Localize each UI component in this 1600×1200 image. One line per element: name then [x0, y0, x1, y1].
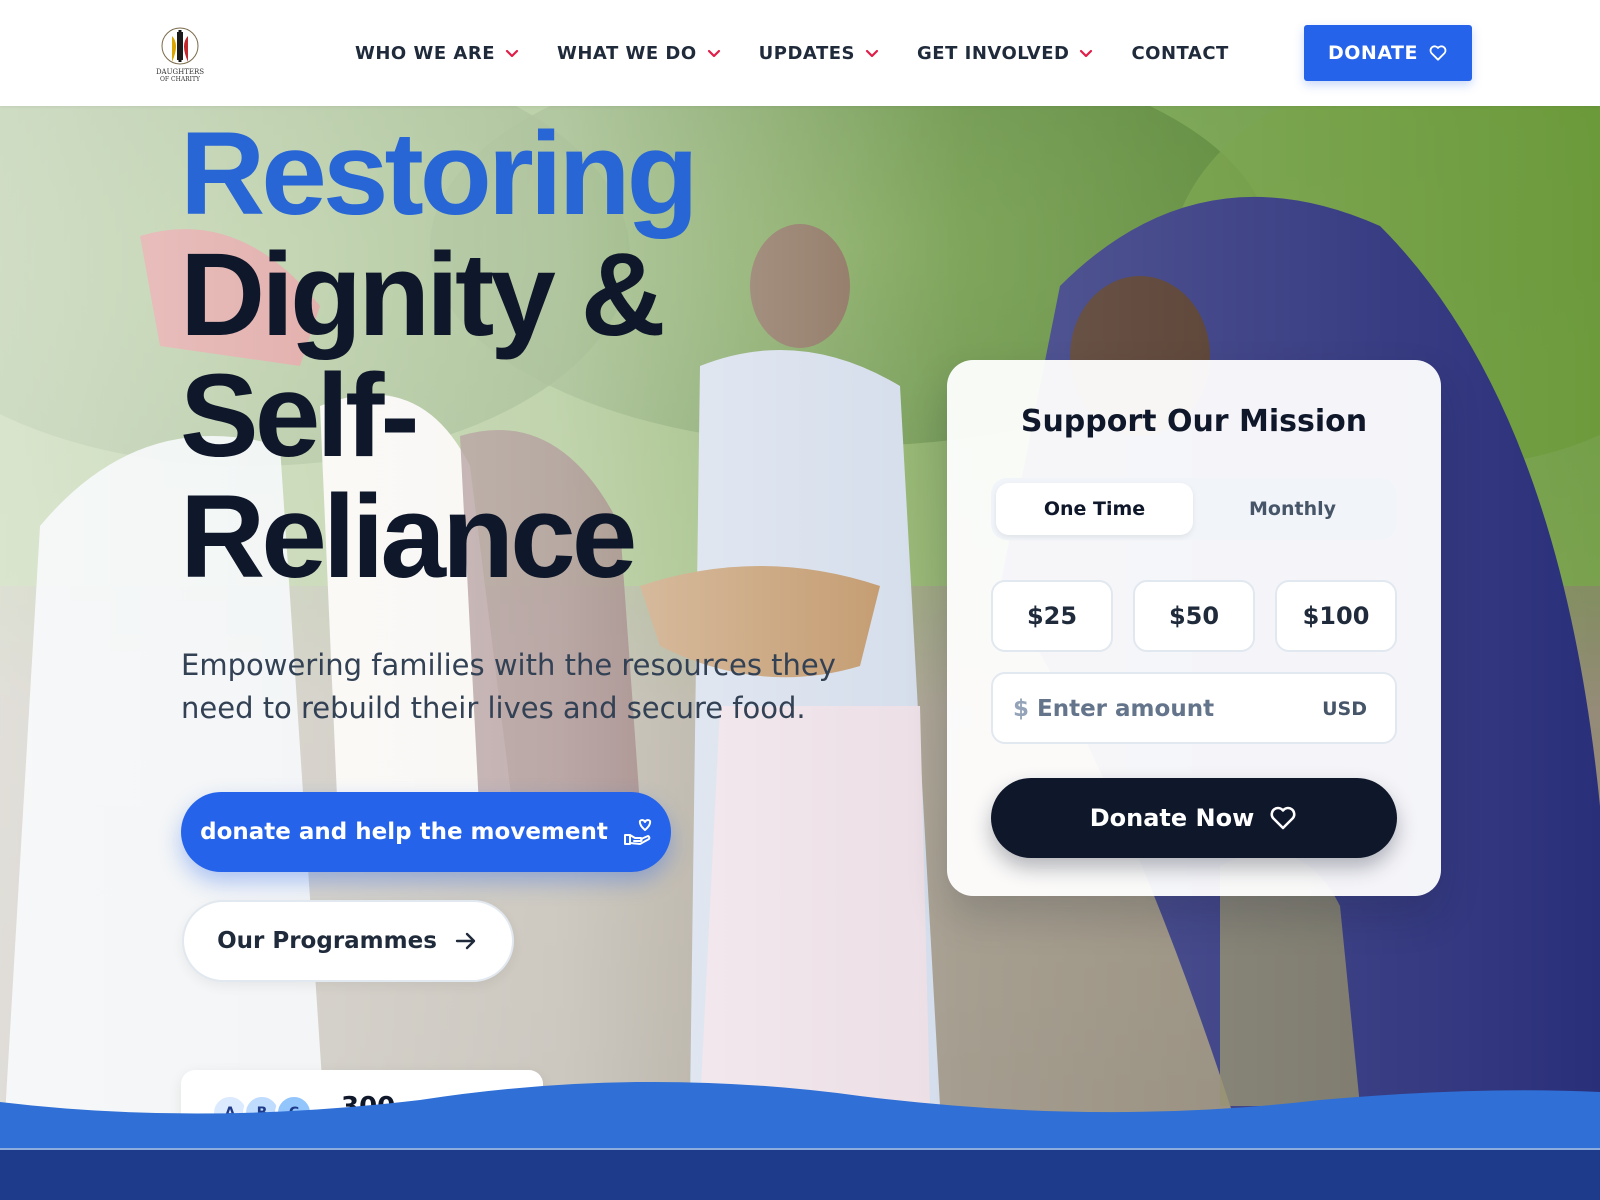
amount-100-button[interactable]: $100 [1275, 580, 1397, 652]
chevron-down-icon [707, 49, 720, 58]
nav-what-we-do[interactable]: WHAT WE DO [557, 43, 721, 64]
hero-section: Restoring Dignity & Self- Reliance Empow… [0, 106, 1600, 1200]
nav-who-we-are[interactable]: WHO WE ARE [355, 43, 519, 64]
hero-headline: Restoring Dignity & Self- Reliance [180, 108, 699, 603]
heart-icon [1270, 806, 1296, 830]
chevron-down-icon [505, 49, 519, 58]
custom-amount-input[interactable] [1037, 688, 1297, 730]
chevron-down-icon [1080, 49, 1093, 58]
site-header: DAUGHTERS OF CHARITY WHO WE ARE WHAT WE … [0, 0, 1600, 106]
headline-accent: Restoring [180, 108, 699, 240]
donate-now-label: Donate Now [1089, 804, 1255, 832]
donate-now-button[interactable]: Donate Now [991, 778, 1397, 858]
main-nav: WHO WE ARE WHAT WE DO UPDATES GET INVOLV… [355, 0, 1267, 106]
frequency-monthly[interactable]: Monthly [1194, 483, 1391, 535]
our-programmes-button[interactable]: Our Programmes [182, 900, 514, 982]
header-donate-button[interactable]: DONATE [1304, 25, 1472, 81]
headline-line: Dignity & [180, 229, 666, 361]
donation-card: Support Our Mission One Time Monthly $25… [947, 360, 1441, 896]
arrow-right-icon [455, 932, 476, 950]
frequency-one-time[interactable]: One Time [996, 483, 1193, 535]
hand-heart-icon [623, 819, 651, 845]
nav-updates[interactable]: UPDATES [759, 43, 879, 64]
amount-25-button[interactable]: $25 [991, 580, 1113, 652]
currency-code: USD [1322, 698, 1367, 720]
site-logo[interactable]: DAUGHTERS OF CHARITY [146, 22, 214, 86]
nav-contact[interactable]: CONTACT [1131, 43, 1228, 64]
cta-primary-label: donate and help the movement [200, 819, 608, 845]
preset-amounts: $25 $50 $100 [991, 580, 1397, 652]
svg-text:DAUGHTERS: DAUGHTERS [156, 68, 204, 76]
headline-line: Self- [180, 350, 420, 482]
donate-label: DONATE [1328, 42, 1418, 64]
nav-label: UPDATES [758, 42, 855, 64]
heart-icon [1429, 45, 1447, 61]
nav-get-involved[interactable]: GET INVOLVED [917, 43, 1093, 64]
donation-card-title: Support Our Mission [1020, 404, 1368, 439]
nav-label: CONTACT [1131, 42, 1229, 64]
cta-secondary-label: Our Programmes [217, 928, 437, 954]
currency-symbol: $ [1013, 696, 1030, 722]
nav-label: WHAT WE DO [557, 42, 697, 64]
next-section-band [0, 1150, 1600, 1200]
donate-movement-button[interactable]: donate and help the movement [181, 792, 671, 872]
chevron-down-icon [865, 49, 879, 58]
custom-amount-field[interactable]: $ USD [991, 672, 1397, 744]
amount-50-button[interactable]: $50 [1133, 580, 1255, 652]
nav-label: GET INVOLVED [917, 42, 1070, 64]
hero-subtitle: Empowering families with the resources t… [181, 648, 836, 725]
nav-label: WHO WE ARE [355, 42, 495, 64]
svg-text:OF CHARITY: OF CHARITY [160, 76, 201, 83]
frequency-toggle: One Time Monthly [991, 478, 1397, 540]
section-wave-divider [0, 1081, 1600, 1150]
headline-line: Reliance [180, 471, 637, 603]
